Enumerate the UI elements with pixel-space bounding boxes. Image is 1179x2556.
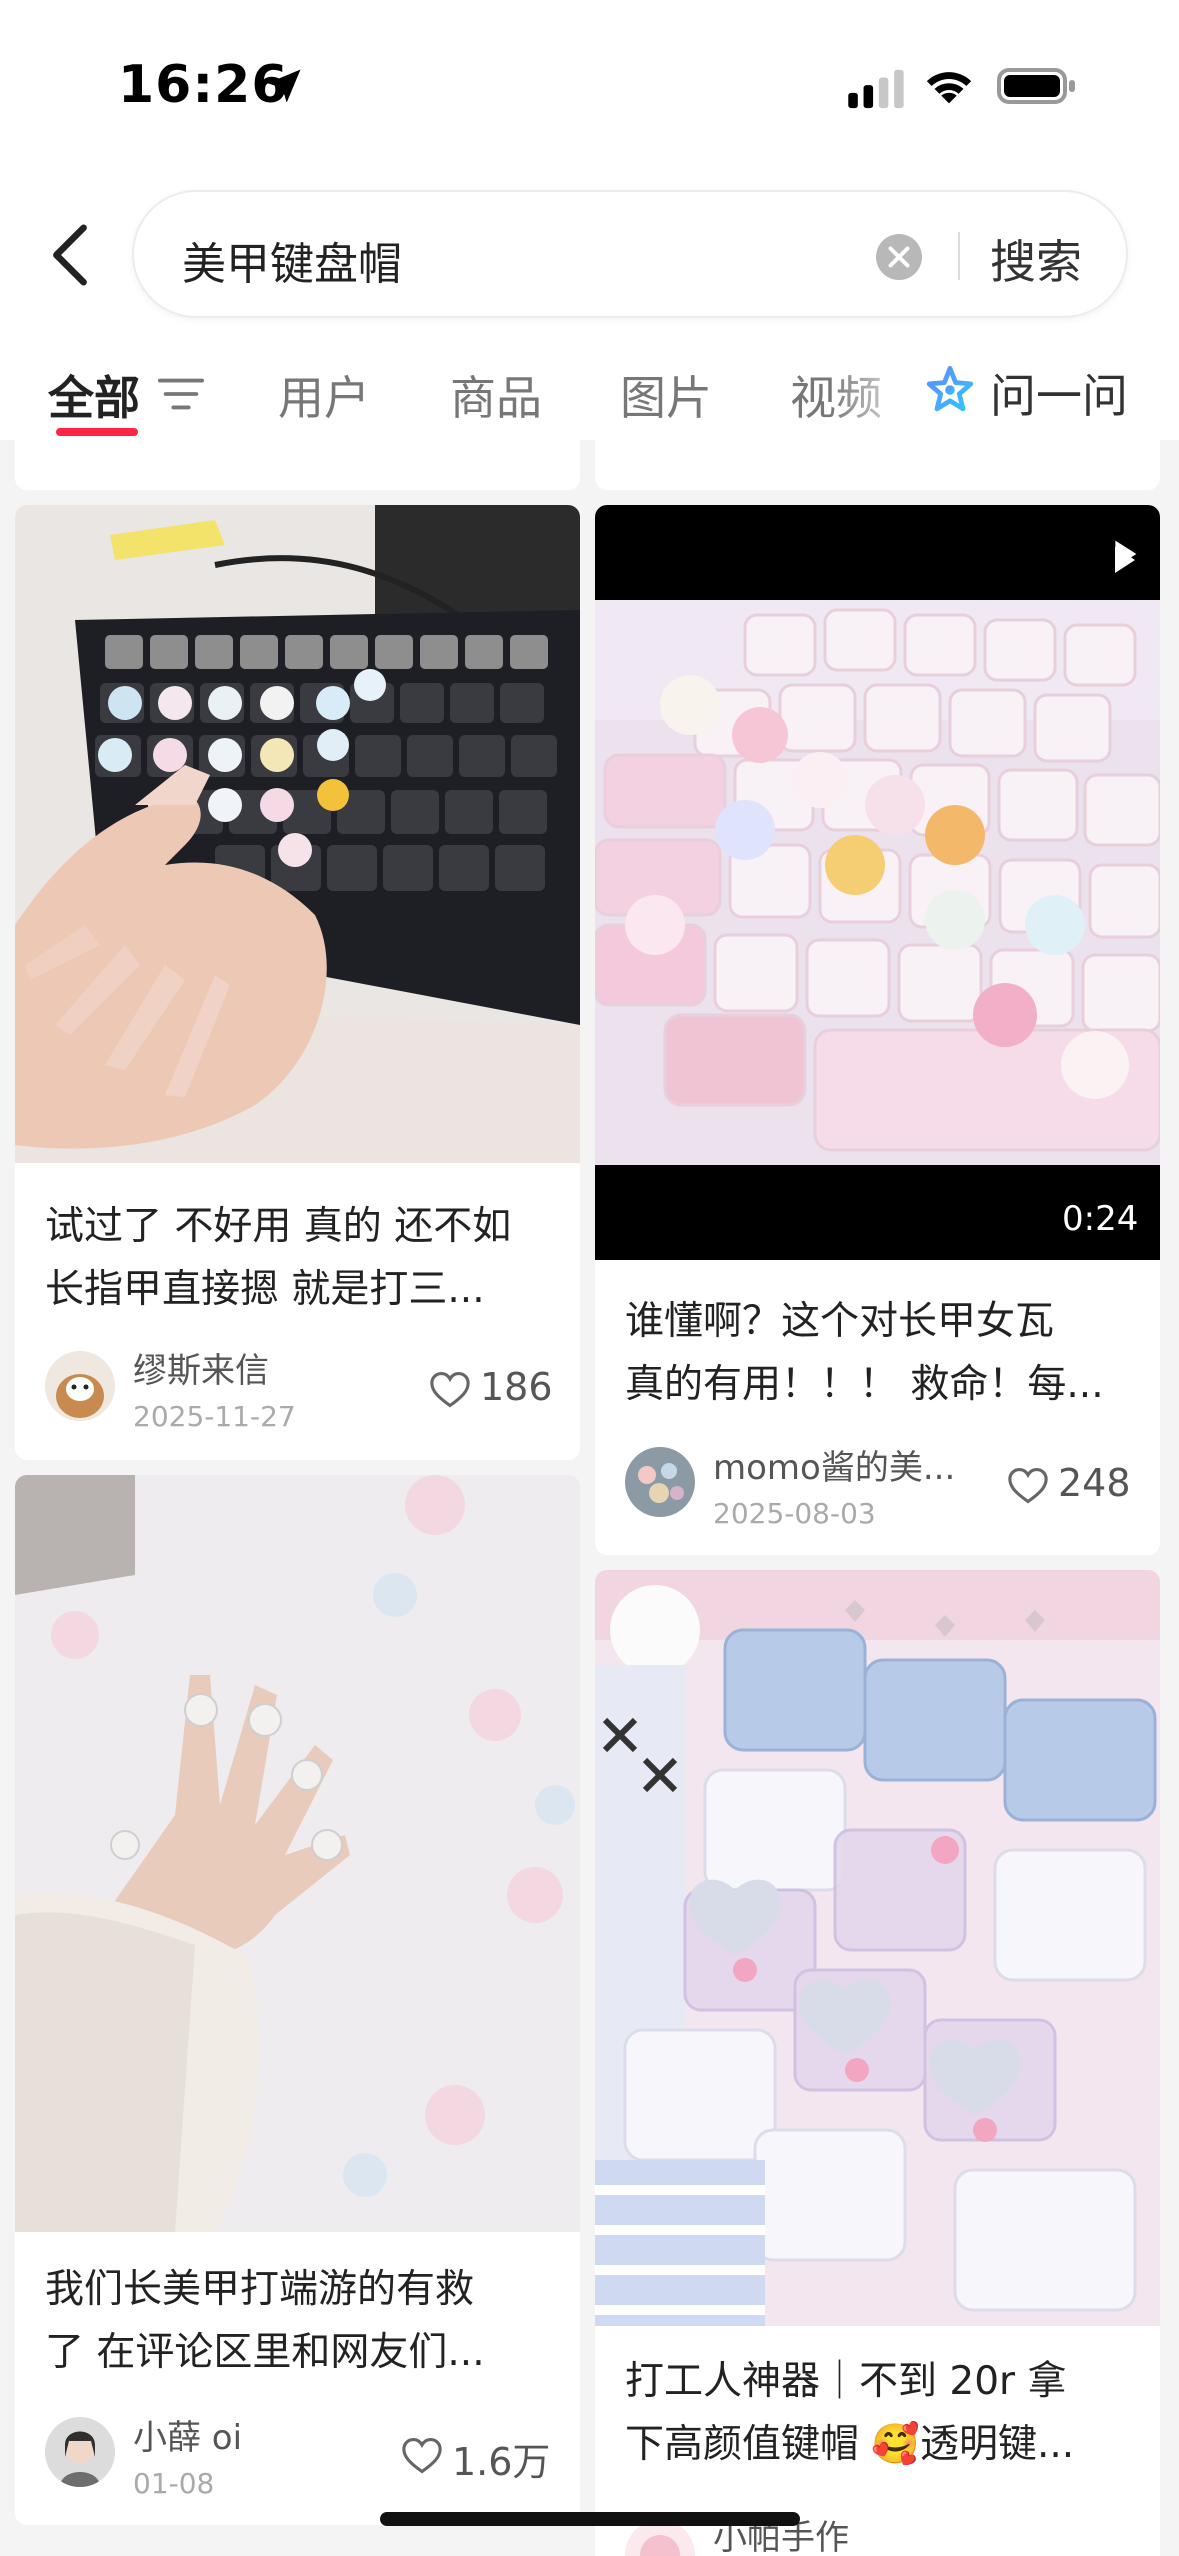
- post-title-line: 下高颜值键帽 🥰透明键...: [625, 2422, 1075, 2467]
- tab-images[interactable]: 图片: [620, 362, 712, 428]
- post-card[interactable]: 我们长美甲打端游的有救 了 在评论区里和网友们... 小薛 oi 01-08 1…: [15, 1475, 580, 2525]
- post-card[interactable]: 0:24 谁懂啊？这个对长甲女瓦 真的有用！！！ 救命！每... momo酱的美…: [595, 505, 1160, 1555]
- like-count: 248: [1058, 1461, 1131, 1505]
- tab-products[interactable]: 商品: [450, 362, 542, 428]
- post-image[interactable]: [595, 1570, 1160, 2326]
- post-card[interactable]: 打工人神器｜不到 20r 拿 下高颜值键帽 🥰透明键... 小帕手作: [595, 1570, 1160, 2556]
- post-title-line: 了 在评论区里和网友们...: [45, 2330, 485, 2375]
- author-name[interactable]: momo酱的美...: [713, 1440, 993, 1489]
- post-image[interactable]: [15, 505, 580, 1163]
- post-card[interactable]: 试过了 不好用 真的 还不如 长指甲直接摁 就是打三... 缪斯来信 2025-…: [15, 505, 580, 1460]
- post-title-line: 长指甲直接摁 就是打三...: [45, 1267, 485, 1312]
- search-divider: [958, 232, 960, 280]
- battery-icon: [997, 68, 1075, 104]
- post-title-line: 打工人神器｜不到 20r 拿: [625, 2359, 1067, 2404]
- play-icon: [1115, 540, 1137, 568]
- status-bar: 16:26: [0, 0, 1179, 170]
- avatar[interactable]: [625, 1447, 695, 1517]
- location-arrow-icon: [267, 69, 301, 103]
- previous-card-right[interactable]: [595, 440, 1160, 490]
- post-video[interactable]: [595, 505, 1160, 1260]
- post-title-line: 谁懂啊？这个对长甲女瓦: [625, 1299, 1055, 1344]
- clear-icon[interactable]: [876, 234, 922, 280]
- search-input[interactable]: 美甲键盘帽: [182, 228, 402, 292]
- search-button[interactable]: 搜索: [990, 226, 1082, 292]
- post-date: 2025-11-27: [133, 1400, 296, 1433]
- tab-all[interactable]: 全部: [48, 362, 140, 428]
- heart-icon[interactable]: [401, 2437, 443, 2475]
- active-tab-indicator: [56, 428, 138, 436]
- like-count: 186: [480, 1365, 553, 1409]
- avatar[interactable]: [45, 1351, 115, 1421]
- top-bar: 16:26 美甲键盘帽 搜索 全部 用户 商品 图片 问一问: [0, 0, 1179, 440]
- home-indicator: [380, 2512, 800, 2526]
- filter-icon[interactable]: [158, 374, 204, 414]
- post-title-line: 我们长美甲打端游的有救: [45, 2267, 475, 2312]
- tab-users[interactable]: 用户: [278, 362, 370, 428]
- post-title[interactable]: 试过了 不好用 真的 还不如 长指甲直接摁 就是打三...: [45, 1195, 554, 1325]
- author-name[interactable]: 缪斯来信: [133, 1343, 413, 1392]
- avatar[interactable]: [45, 2417, 115, 2487]
- post-title-line: 试过了 不好用 真的 还不如: [45, 1204, 512, 1249]
- post-title[interactable]: 谁懂啊？这个对长甲女瓦 真的有用！！！ 救命！每...: [625, 1290, 1134, 1420]
- ask-star-icon: [926, 365, 974, 412]
- wifi-icon: [926, 72, 972, 104]
- back-arrow-icon[interactable]: [40, 222, 100, 288]
- video-duration: 0:24: [1062, 1199, 1139, 1239]
- author-name[interactable]: 小薛 oi: [133, 2410, 413, 2459]
- previous-card-left[interactable]: [15, 440, 580, 490]
- cellular-signal-icon: [848, 69, 904, 109]
- tab-bar: 全部 用户 商品 图片 视频 问一问: [0, 340, 1179, 440]
- post-title[interactable]: 我们长美甲打端游的有救 了 在评论区里和网友们...: [45, 2258, 554, 2388]
- search-bar[interactable]: 美甲键盘帽 搜索: [132, 190, 1128, 318]
- like-count: 1.6万: [452, 2440, 551, 2484]
- post-title-line: 真的有用！！！ 救命！每...: [625, 1362, 1104, 1407]
- heart-icon[interactable]: [429, 1371, 471, 1409]
- heart-icon[interactable]: [1007, 1467, 1049, 1505]
- post-title[interactable]: 打工人神器｜不到 20r 拿 下高颜值键帽 🥰透明键...: [625, 2350, 1134, 2480]
- ask-label: 问一问: [990, 369, 1128, 423]
- post-date: 2025-08-03: [713, 1497, 876, 1530]
- post-date: 01-08: [133, 2467, 215, 2500]
- post-image[interactable]: [15, 1475, 580, 2232]
